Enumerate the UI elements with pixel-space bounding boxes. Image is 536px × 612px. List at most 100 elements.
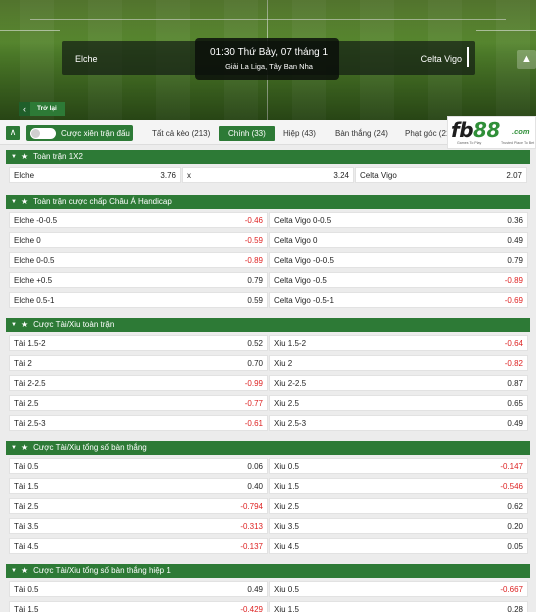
odds-cell[interactable]: Tài 3.5 -0.313: [9, 518, 268, 534]
odds-cell[interactable]: Tài 2.5-3 -0.61: [9, 415, 268, 431]
odds-cell[interactable]: Elche 0 -0.59: [9, 232, 268, 248]
odds-cell[interactable]: Tài 2-2.5 -0.99: [9, 375, 268, 391]
odds-value: 0.49: [507, 235, 523, 245]
odds-selection-label: Elche 0-0.5: [14, 255, 55, 265]
star-icon[interactable]: ★: [21, 318, 28, 332]
tab-half[interactable]: Hiệp (43): [283, 126, 316, 141]
tab-goals[interactable]: Bàn thắng (24): [335, 126, 388, 141]
odds-cell[interactable]: Tài 1.5 0.40: [9, 478, 268, 494]
odds-value: -0.147: [500, 461, 523, 471]
combo-bet-toggle[interactable]: Cược xiên trận đấu: [26, 125, 133, 141]
odds-cell[interactable]: Tài 1.5 -0.429: [9, 601, 268, 612]
market-section-header[interactable]: ▼ ★ Toàn trận 1X2: [6, 150, 530, 164]
odds-cell[interactable]: Xiu 0.5 -0.667: [269, 581, 528, 597]
back-button[interactable]: ‹ Trở lại: [19, 102, 65, 116]
odds-cell[interactable]: Xiu 2 -0.82: [269, 355, 528, 371]
odds-value: -0.61: [244, 418, 263, 428]
market-section-header[interactable]: ▼ ★ Toàn trận cược chấp Châu Á Handicap: [6, 195, 530, 209]
odds-selection-label: Elche -0-0.5: [14, 215, 58, 225]
odds-value: 0.49: [507, 418, 523, 428]
odds-cell[interactable]: Xiu 3.5 0.20: [269, 518, 528, 534]
odds-value: -0.667: [500, 584, 523, 594]
odds-cell[interactable]: Celta Vigo 2.07: [355, 167, 527, 183]
odds-selection-label: Xiu 2.5: [274, 501, 299, 511]
caret-down-icon: ▼: [11, 154, 17, 160]
odds-cell[interactable]: Tài 0.5 0.49: [9, 581, 268, 597]
tab-all-markets[interactable]: Tất cả kèo (213): [152, 126, 210, 141]
odds-cell[interactable]: Elche 0.5-1 0.59: [9, 292, 268, 308]
odds-selection-label: Celta Vigo 0: [274, 235, 318, 245]
odds-value: -0.313: [240, 521, 263, 531]
market-section-header[interactable]: ▼ ★ Cược Tài/Xiu tổng số bàn thắng: [6, 441, 530, 455]
odds-selection-label: Xiu 2.5: [274, 398, 299, 408]
odds-value: -0.64: [504, 338, 523, 348]
odds-cell[interactable]: x 3.24: [182, 167, 354, 183]
odds-value: -0.77: [244, 398, 263, 408]
odds-value: -0.429: [240, 604, 263, 612]
star-icon[interactable]: ★: [21, 150, 28, 164]
odds-cell[interactable]: Xiu 2-2.5 0.87: [269, 375, 528, 391]
match-league: Giải La Liga, Tây Ban Nha: [225, 62, 313, 71]
market-section-header[interactable]: ▼ ★ Cược Tài/Xiu toàn trận: [6, 318, 530, 332]
market-section-title: Toàn trận cược chấp Châu Á Handicap: [33, 197, 172, 206]
tab-corners[interactable]: Phạt góc (21: [405, 126, 450, 141]
star-icon[interactable]: ★: [21, 564, 28, 578]
odds-cell[interactable]: Elche +0.5 0.79: [9, 272, 268, 288]
odds-selection-label: Celta Vigo -0.5-1: [274, 295, 334, 305]
odds-cell[interactable]: Elche 3.76: [9, 167, 181, 183]
odds-cell[interactable]: Celta Vigo -0.5 -0.89: [269, 272, 528, 288]
odds-selection-label: Tài 1.5: [14, 481, 39, 491]
odds-cell[interactable]: Xiu 2.5-3 0.49: [269, 415, 528, 431]
odds-value: -0.89: [244, 255, 263, 265]
odds-selection-label: Tài 3.5: [14, 521, 39, 531]
odds-cell[interactable]: Tài 2 0.70: [9, 355, 268, 371]
odds-cell[interactable]: Celta Vigo 0 0.49: [269, 232, 528, 248]
tab-main[interactable]: Chính (33): [219, 126, 275, 141]
odds-value: -0.46: [244, 215, 263, 225]
odds-value: -0.89: [504, 275, 523, 285]
odds-cell[interactable]: Xiu 2.5 0.65: [269, 395, 528, 411]
odds-value: 0.65: [507, 398, 523, 408]
odds-selection-label: Elche 0: [14, 235, 41, 245]
market-section-header[interactable]: ▼ ★ Cược Tài/Xiu tổng số bàn thắng hiệp 1: [6, 564, 530, 578]
odds-selection-label: Tài 2: [14, 358, 32, 368]
star-icon[interactable]: ★: [21, 441, 28, 455]
odds-cell[interactable]: Tài 2.5 -0.77: [9, 395, 268, 411]
odds-cell[interactable]: Xiu 1.5-2 -0.64: [269, 335, 528, 351]
odds-cell[interactable]: Tài 1.5-2 0.52: [9, 335, 268, 351]
odds-selection-label: Xiu 1.5-2: [274, 338, 307, 348]
back-label: Trở lại: [30, 102, 65, 116]
odds-value: 3.24: [333, 170, 349, 180]
odds-value: 2.07: [506, 170, 522, 180]
odds-selection-label: Xiu 2: [274, 358, 293, 368]
odds-selection-label: Celta Vigo: [360, 170, 397, 180]
odds-cell[interactable]: Tài 4.5 -0.137: [9, 538, 268, 554]
odds-cell[interactable]: Celta Vigo -0.5-1 -0.69: [269, 292, 528, 308]
odds-cell[interactable]: Xiu 0.5 -0.147: [269, 458, 528, 474]
odds-selection-label: x: [187, 170, 191, 180]
caret-down-icon: ▼: [11, 568, 17, 574]
odds-cell[interactable]: Elche -0-0.5 -0.46: [9, 212, 268, 228]
odds-selection-label: Tài 1.5-2: [14, 338, 46, 348]
odds-cell[interactable]: Xiu 1.5 0.28: [269, 601, 528, 612]
toggle-switch[interactable]: [30, 127, 56, 139]
odds-cell[interactable]: Xiu 2.5 0.62: [269, 498, 528, 514]
odds-cell[interactable]: Elche 0-0.5 -0.89: [9, 252, 268, 268]
collapse-all-icon[interactable]: ∧: [6, 126, 20, 140]
odds-selection-label: Elche +0.5: [14, 275, 53, 285]
odds-selection-label: Xiu 2.5-3: [274, 418, 307, 428]
odds-cell[interactable]: Tài 2.5 -0.794: [9, 498, 268, 514]
odds-cell[interactable]: Xiu 1.5 -0.546: [269, 478, 528, 494]
odds-value: -0.137: [240, 541, 263, 551]
odds-cell[interactable]: Xiu 4.5 0.05: [269, 538, 528, 554]
odds-value: 0.79: [247, 275, 263, 285]
odds-selection-label: Elche: [14, 170, 35, 180]
away-team-marker: [467, 47, 469, 67]
odds-cell[interactable]: Tài 0.5 0.06: [9, 458, 268, 474]
market-section-title: Cược Tài/Xiu tổng số bàn thắng hiệp 1: [33, 566, 171, 575]
odds-cell[interactable]: Celta Vigo 0-0.5 0.36: [269, 212, 528, 228]
odds-value: 0.59: [247, 295, 263, 305]
odds-cell[interactable]: Celta Vigo -0-0.5 0.79: [269, 252, 528, 268]
side-panel-icon[interactable]: ▲: [517, 50, 536, 69]
star-icon[interactable]: ★: [21, 195, 28, 209]
